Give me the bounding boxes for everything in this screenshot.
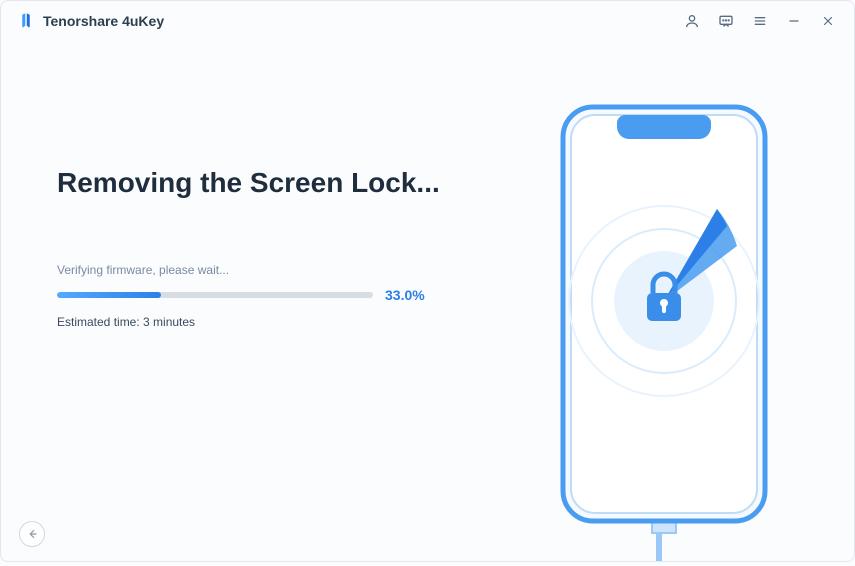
phone-illustration <box>549 101 779 566</box>
titlebar-controls <box>682 11 838 31</box>
account-icon[interactable] <box>682 11 702 31</box>
back-button[interactable] <box>19 521 45 547</box>
app-title: Tenorshare 4uKey <box>43 13 164 29</box>
close-button[interactable] <box>818 11 838 31</box>
menu-icon[interactable] <box>750 11 770 31</box>
estimated-time: Estimated time: 3 minutes <box>57 315 454 329</box>
progress-fill <box>57 292 161 298</box>
illustration-pane <box>474 41 854 561</box>
app-logo-icon <box>17 12 35 30</box>
progress-pane: Removing the Screen Lock... Verifying fi… <box>1 41 474 561</box>
status-text: Verifying firmware, please wait... <box>57 263 454 277</box>
page-title: Removing the Screen Lock... <box>57 167 454 199</box>
progress-row: 33.0% <box>57 287 454 303</box>
main-content: Removing the Screen Lock... Verifying fi… <box>1 41 854 561</box>
titlebar: Tenorshare 4uKey <box>1 1 854 41</box>
app-logo-wrap: Tenorshare 4uKey <box>17 12 164 30</box>
progress-bar <box>57 292 373 298</box>
progress-percent: 33.0% <box>385 287 425 303</box>
minimize-button[interactable] <box>784 11 804 31</box>
feedback-icon[interactable] <box>716 11 736 31</box>
